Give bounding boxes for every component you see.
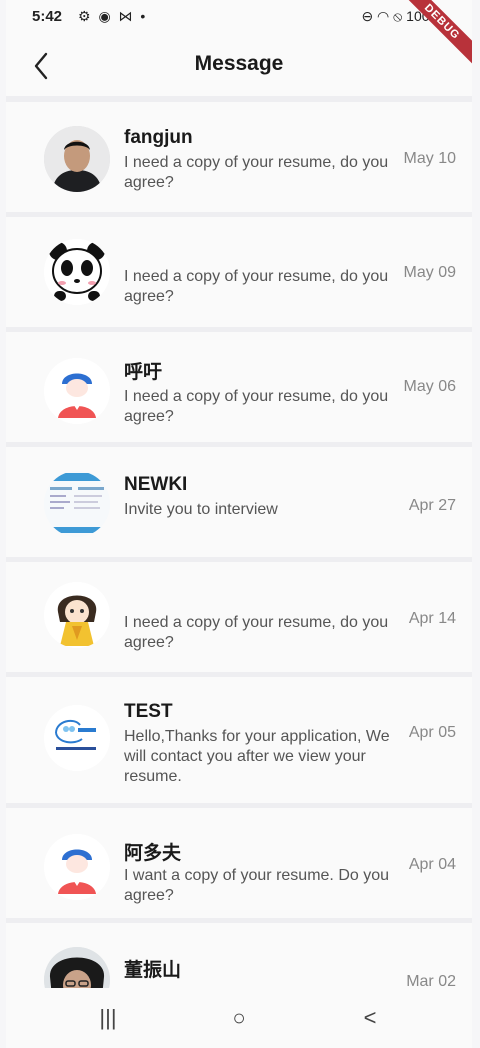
message-date: Apr 14	[408, 610, 456, 627]
message-date: Apr 04	[408, 856, 456, 873]
sender-name: NEWKI	[124, 474, 188, 495]
page-title: Message	[194, 52, 284, 75]
message-date: Apr 05	[408, 724, 456, 741]
message-date: Apr 27	[408, 497, 456, 514]
message-list[interactable]: fangjun I need a copy of your resume, do…	[6, 102, 472, 988]
message-date: Mar 02	[406, 973, 456, 988]
message-item[interactable]: 阿多夫 I want a copy of your resume. Do you…	[6, 808, 472, 923]
message-preview: I need a copy of your resume, do you agr…	[124, 614, 389, 651]
message-item[interactable]: 董振山 Mar 02	[6, 923, 472, 988]
avatar	[44, 471, 110, 537]
sender-name: 董振山	[124, 960, 182, 981]
avatar	[44, 834, 110, 900]
home-icon[interactable]: ○	[219, 1000, 259, 1036]
app-bar: Message	[6, 34, 472, 96]
phone-screen: 5:42 ⚙ ◉ ⋈ • ⊖ ◠ ⦸ 100% DEBUG Message fa…	[6, 0, 472, 1048]
status-time: 5:42	[32, 8, 63, 25]
sender-name: fangjun	[124, 127, 193, 148]
avatar	[44, 947, 110, 988]
recents-icon[interactable]: |||	[88, 1000, 128, 1036]
status-bar: 5:42 ⚙ ◉ ⋈ • ⊖ ◠ ⦸ 100% DEBUG	[6, 0, 472, 71]
message-preview: I need a copy of your resume, do you agr…	[124, 268, 389, 305]
message-preview: I want a copy of your resume. Do you agr…	[124, 867, 390, 904]
sender-name: TEST	[124, 701, 173, 722]
sender-name: 呼吁	[124, 362, 163, 383]
message-item[interactable]: I need a copy of your resume, do you agr…	[6, 562, 472, 677]
message-date: May 06	[403, 378, 456, 395]
message-item[interactable]: I need a copy of your resume, do you agr…	[6, 217, 472, 332]
system-back-icon[interactable]: <	[350, 1000, 390, 1036]
avatar	[44, 705, 110, 771]
message-item[interactable]: 呼吁 I need a copy of your resume, do you …	[6, 332, 472, 447]
avatar	[44, 239, 110, 305]
system-nav-bar: ||| ○ <	[6, 988, 472, 1048]
message-item[interactable]: TEST Hello,Thanks for your application, …	[6, 677, 472, 808]
notification-icons: ⚙ ◉ ⋈ •	[78, 8, 148, 24]
message-preview: I need a copy of your resume, do you agr…	[124, 388, 389, 425]
avatar	[44, 358, 110, 424]
message-item[interactable]: fangjun I need a copy of your resume, do…	[6, 102, 472, 217]
avatar	[44, 126, 110, 192]
message-date: May 10	[403, 150, 456, 167]
message-preview: Hello,Thanks for your application, We wi…	[124, 728, 390, 785]
avatar	[44, 582, 110, 648]
message-date: May 09	[403, 264, 456, 281]
message-preview: I need a copy of your resume, do you agr…	[124, 154, 389, 191]
message-preview: Invite you to interview	[124, 501, 278, 518]
message-item[interactable]: NEWKI Invite you to interview Apr 27	[6, 447, 472, 562]
sender-name: 阿多夫	[124, 843, 182, 864]
